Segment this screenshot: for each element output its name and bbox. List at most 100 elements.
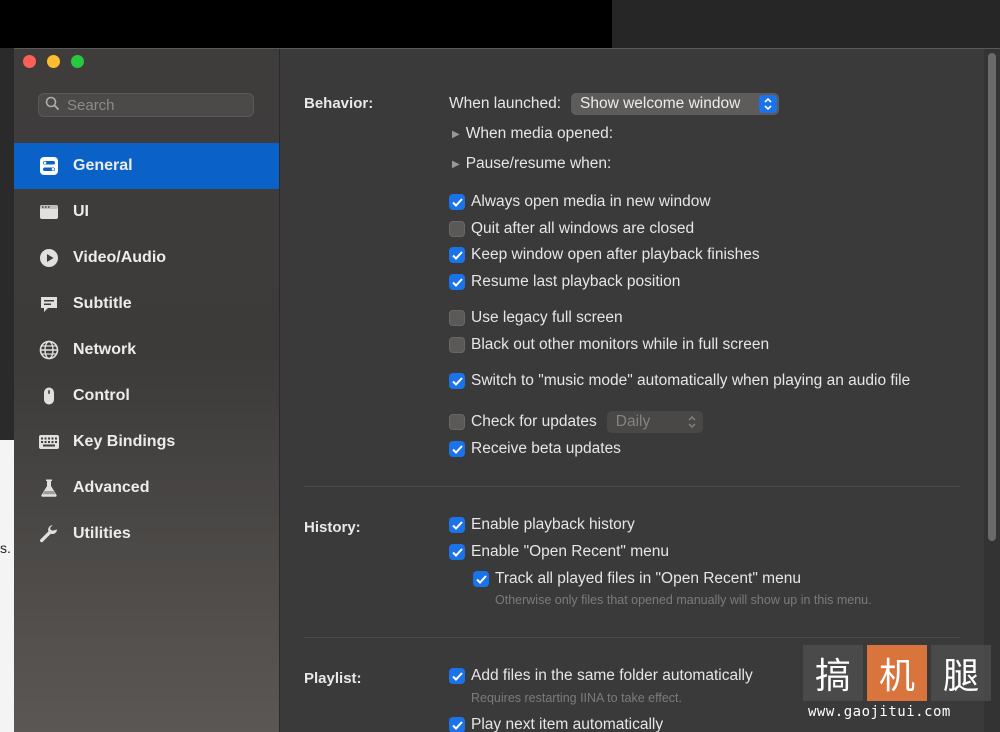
checkmark-icon[interactable] [449,441,465,457]
checkmark-icon[interactable] [449,194,465,210]
globe-icon [38,339,60,361]
watermark-char: 机 [867,645,927,701]
keyboard-icon [38,431,60,453]
checkbox-empty-icon[interactable] [449,221,465,237]
checkbox-track-all-played-files[interactable]: Track all played files in "Open Recent" … [473,569,801,589]
toggles-icon [38,155,60,177]
sidebar-item-label: Utilities [73,525,131,542]
preferences-window: General UI Video/Audio Subtitle [14,48,1000,732]
preferences-content: Behavior: When launched: Show welcome wi… [280,49,984,732]
search-input[interactable] [65,95,239,115]
sidebar-item-label: Control [73,387,130,404]
sidebar-item-key-bindings[interactable]: Key Bindings [14,419,279,465]
sidebar-item-label: UI [73,203,89,220]
sidebar-item-ui[interactable]: UI [14,189,279,235]
section-label-playlist: Playlist: [304,670,362,687]
checkbox-label: Keep window open after playback finishes [471,246,760,263]
background-window [0,0,612,48]
checkmark-icon[interactable] [473,571,489,587]
checkbox-empty-icon[interactable] [449,414,465,430]
background-window [0,440,14,732]
section-divider [304,486,960,487]
checkbox-black-out-monitors[interactable]: Black out other monitors while in full s… [449,335,769,355]
pause-resume-disclosure[interactable]: ▶ Pause/resume when: [452,154,611,174]
popup-value: Daily [615,413,651,430]
window-icon [38,201,60,223]
checkmark-icon[interactable] [449,373,465,389]
vertical-scrollbar[interactable] [984,49,1000,732]
sidebar-item-network[interactable]: Network [14,327,279,373]
playlist-note: Requires restarting IINA to take effect. [471,691,682,705]
checkbox-label: Play next item automatically [471,716,664,732]
when-launched-label: When launched: [449,95,562,112]
close-window-button[interactable] [23,55,36,68]
sidebar-item-label: General [73,157,133,174]
checkbox-quit-after-windows-closed[interactable]: Quit after all windows are closed [449,219,694,239]
when-launched-row: When launched: Show welcome window [449,92,780,116]
flask-icon [38,477,60,499]
chevron-up-down-icon [683,413,701,431]
chevron-up-down-icon [759,95,778,113]
sidebar-item-control[interactable]: Control [14,373,279,419]
checkbox-label: Black out other monitors while in full s… [471,336,770,353]
checkmark-icon[interactable] [449,517,465,533]
checkbox-check-for-updates[interactable]: Check for updates Daily [449,410,703,434]
popup-value: Show welcome window [580,95,741,112]
sidebar-item-label: Subtitle [73,295,132,312]
watermark-char: 腿 [931,645,991,701]
sidebar-nav: General UI Video/Audio Subtitle Network … [14,143,279,557]
checkbox-resume-last-position[interactable]: Resume last playback position [449,272,680,292]
checkmark-icon[interactable] [449,668,465,684]
checkbox-label: Add files in the same folder automatical… [471,667,753,684]
sidebar-item-advanced[interactable]: Advanced [14,465,279,511]
checkbox-add-files-same-folder[interactable]: Add files in the same folder automatical… [449,666,753,686]
checkbox-play-next-item[interactable]: Play next item automatically [449,715,663,732]
checkbox-music-mode[interactable]: Switch to "music mode" automatically whe… [449,371,910,391]
checkbox-label: Check for updates [471,413,597,430]
checkbox-keep-window-open[interactable]: Keep window open after playback finishes [449,245,760,265]
when-launched-popup[interactable]: Show welcome window [571,93,780,115]
checkbox-always-open-new-window[interactable]: Always open media in new window [449,192,711,212]
sidebar-item-general[interactable]: General [14,143,279,189]
checkbox-label: Quit after all windows are closed [471,220,695,237]
disclosure-label: Pause/resume when: [465,155,612,172]
checkbox-label: Use legacy full screen [471,309,623,326]
minimize-window-button[interactable] [47,55,60,68]
sidebar-item-label: Advanced [73,479,150,496]
checkbox-empty-icon[interactable] [449,310,465,326]
checkbox-legacy-full-screen[interactable]: Use legacy full screen [449,308,623,328]
sidebar-item-label: Network [73,341,137,358]
disclosure-triangle-icon: ▶ [452,158,460,170]
sidebar-item-label: Video/Audio [73,249,167,266]
sidebar-item-label: Key Bindings [73,433,176,450]
section-divider [304,637,960,638]
checkbox-label: Receive beta updates [471,440,621,457]
checkbox-label: Enable "Open Recent" menu [471,543,669,560]
background-window [612,0,1000,48]
background-text: s. [0,540,11,556]
checkmark-icon[interactable] [449,544,465,560]
checkbox-label: Enable playback history [471,516,635,533]
checkmark-icon[interactable] [449,717,465,732]
disclosure-triangle-icon: ▶ [452,128,460,140]
checkmark-icon[interactable] [449,274,465,290]
zoom-window-button[interactable] [71,55,84,68]
disclosure-label: When media opened: [465,125,614,142]
when-media-opened-disclosure[interactable]: ▶ When media opened: [452,124,613,144]
sidebar-item-subtitle[interactable]: Subtitle [14,281,279,327]
sidebar-item-utilities[interactable]: Utilities [14,511,279,557]
watermark-char: 搞 [803,645,863,701]
sidebar: General UI Video/Audio Subtitle [14,49,280,732]
checkbox-empty-icon[interactable] [449,337,465,353]
update-frequency-popup[interactable]: Daily [606,411,703,433]
checkbox-label: Always open media in new window [471,193,711,210]
checkmark-icon[interactable] [449,247,465,263]
scrollbar-thumb[interactable] [988,53,996,541]
mouse-icon [38,385,60,407]
checkbox-enable-playback-history[interactable]: Enable playback history [449,515,635,535]
sidebar-item-video-audio[interactable]: Video/Audio [14,235,279,281]
search-field[interactable] [38,93,254,117]
checkbox-receive-beta-updates[interactable]: Receive beta updates [449,439,621,459]
section-label-behavior: Behavior: [304,95,374,112]
checkbox-enable-open-recent[interactable]: Enable "Open Recent" menu [449,542,669,562]
